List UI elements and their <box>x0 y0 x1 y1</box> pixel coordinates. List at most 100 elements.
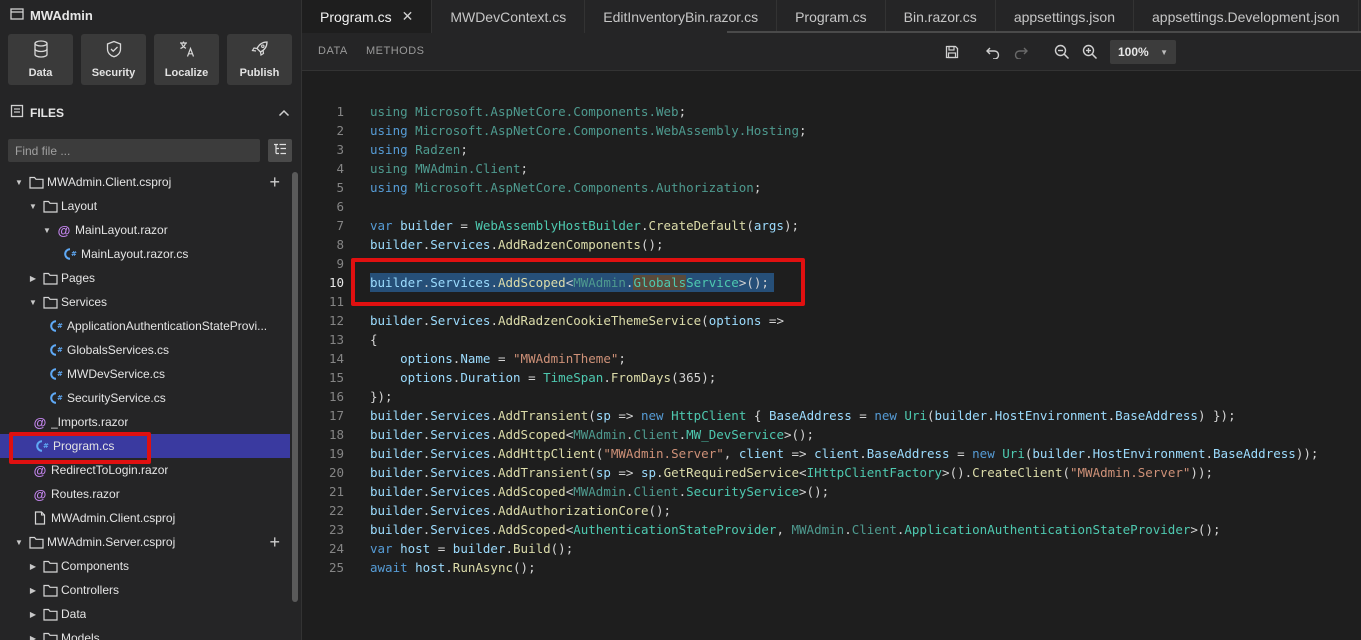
expand-arrow-right-icon[interactable]: ▶ <box>27 634 39 640</box>
code-token: Services <box>430 446 491 461</box>
tree-item[interactable]: # GlobalsServices.cs <box>0 338 290 362</box>
tree-item[interactable]: ▼ MWAdmin.Server.csproj + <box>0 530 290 554</box>
expand-arrow-right-icon[interactable]: ▶ <box>27 586 39 595</box>
editor-tab[interactable]: Program.cs <box>777 0 886 33</box>
tree-item[interactable]: ▼ Layout <box>0 194 290 218</box>
publish-tool-button[interactable]: Publish <box>227 34 292 85</box>
code-line[interactable]: using Radzen; <box>370 140 468 159</box>
undo-icon[interactable] <box>984 43 1002 61</box>
zoom-select[interactable]: 100% ▼ <box>1110 40 1176 64</box>
zoom-out-icon[interactable] <box>1053 43 1071 61</box>
code-token: HostEnvironment <box>994 408 1108 423</box>
file-tree-scrollbar[interactable] <box>292 172 298 602</box>
code-token: using <box>370 180 416 195</box>
code-token: ; <box>798 123 807 138</box>
editor-tab-label: Program.cs <box>320 8 392 25</box>
tree-item[interactable]: @ _Imports.razor <box>0 410 290 434</box>
tree-item[interactable]: ▶ Data <box>0 602 290 626</box>
code-line[interactable]: { <box>370 330 378 349</box>
editor-tab[interactable]: appsettings.Development.json <box>1134 0 1359 33</box>
security-tool-button[interactable]: Security <box>81 34 146 85</box>
tree-item[interactable]: ▼ Services <box>0 290 290 314</box>
editor-tab[interactable]: EditInventoryBin.razor.cs <box>585 0 778 33</box>
editor-tab[interactable]: appsettings.json <box>996 0 1134 33</box>
data-tool-button[interactable]: Data <box>8 34 73 85</box>
code-token: )); <box>1190 465 1213 480</box>
close-tab-icon[interactable]: ✕ <box>402 8 414 25</box>
collapse-chevron-icon[interactable] <box>278 106 290 120</box>
code-line[interactable]: builder.Services.AddTransient(sp => new … <box>370 406 1236 425</box>
code-token: Services <box>430 313 491 328</box>
add-item-plus-icon[interactable]: + <box>269 532 280 553</box>
methods-mode-tab[interactable]: METHODS <box>366 45 425 57</box>
tree-item[interactable]: # MainLayout.razor.cs <box>0 242 290 266</box>
code-line[interactable]: options.Name = "MWAdminTheme"; <box>370 349 626 368</box>
code-line[interactable]: builder.Services.AddHttpClient("MWAdmin.… <box>370 444 1318 463</box>
code-token: SecurityService <box>686 484 800 499</box>
line-number: 16 <box>328 389 344 404</box>
code-line[interactable]: builder.Services.AddScoped<MWAdmin.Globa… <box>370 273 769 292</box>
code-token: client <box>814 446 860 461</box>
editor-tab[interactable]: MWDevContext.cs <box>432 0 586 33</box>
code-line[interactable]: builder.Services.AddScoped<Authenticatio… <box>370 520 1221 539</box>
tree-item[interactable]: ▼ MWAdmin.Client.csproj + <box>0 170 290 194</box>
line-number: 23 <box>328 522 344 537</box>
find-file-input[interactable] <box>8 139 260 162</box>
code-token: await <box>370 560 416 575</box>
expand-arrow-down-icon[interactable]: ▼ <box>41 226 53 235</box>
code-line[interactable]: builder.Services.AddRadzenCookieThemeSer… <box>370 311 784 330</box>
code-line[interactable]: builder.Services.AddScoped<MWAdmin.Clien… <box>370 425 814 444</box>
code-line[interactable]: var builder = WebAssemblyHostBuilder.Cre… <box>370 216 799 235</box>
redo-icon[interactable] <box>1012 43 1030 61</box>
tree-item[interactable]: ▶ Models <box>0 626 290 640</box>
tree-item[interactable]: ▶ Pages <box>0 266 290 290</box>
code-token: CreateDefault <box>648 218 747 233</box>
expand-arrow-right-icon[interactable]: ▶ <box>27 610 39 619</box>
code-token: WebAssemblyHostBuilder <box>475 218 641 233</box>
tree-item[interactable]: # SecurityService.cs <box>0 386 290 410</box>
code-token: )); <box>1295 446 1319 461</box>
tree-item[interactable]: ▶ Controllers <box>0 578 290 602</box>
tree-item[interactable]: # ApplicationAuthenticationStateProvi... <box>0 314 290 338</box>
tree-item[interactable]: # MWDevService.cs <box>0 362 290 386</box>
code-token: , <box>776 522 792 537</box>
editor-tab[interactable]: Program.cs ✕ <box>302 0 433 33</box>
editor-tab[interactable]: Bin.razor.cs <box>886 0 996 33</box>
code-line[interactable]: using MWAdmin.Client; <box>370 159 528 178</box>
expand-arrow-down-icon[interactable]: ▼ <box>13 538 25 547</box>
data-mode-tab[interactable]: DATA <box>318 45 348 57</box>
code-line[interactable]: builder.Services.AddRadzenComponents(); <box>370 235 664 254</box>
tree-item[interactable]: @ RedirectToLogin.razor <box>0 458 290 482</box>
tree-item[interactable]: @ Routes.razor <box>0 482 290 506</box>
tree-item[interactable]: MWAdmin.Client.csproj <box>0 506 290 530</box>
code-line[interactable]: var host = builder.Build(); <box>370 539 573 558</box>
code-line[interactable]: using Microsoft.AspNetCore.Components.We… <box>370 121 807 140</box>
code-token: Microsoft.AspNetCore.Components.WebAssem… <box>415 123 799 138</box>
expand-arrow-right-icon[interactable]: ▶ <box>27 274 39 283</box>
expand-arrow-down-icon[interactable]: ▼ <box>13 178 25 187</box>
tree-item[interactable]: # Program.cs <box>0 434 290 458</box>
code-line[interactable]: options.Duration = TimeSpan.FromDays(365… <box>370 368 716 387</box>
expand-arrow-right-icon[interactable]: ▶ <box>27 562 39 571</box>
code-line[interactable]: await host.RunAsync(); <box>370 558 536 577</box>
save-icon[interactable] <box>943 43 961 61</box>
code-editor[interactable]: 1 using Microsoft.AspNetCore.Components.W… <box>302 72 1361 640</box>
code-line[interactable]: builder.Services.AddScoped<MWAdmin.Clien… <box>370 482 829 501</box>
tree-item[interactable]: ▶ Components <box>0 554 290 578</box>
code-token: (); <box>513 560 536 575</box>
files-header[interactable]: FILES <box>10 104 290 121</box>
code-line[interactable]: builder.Services.AddTransient(sp => sp.G… <box>370 463 1213 482</box>
localize-tool-button[interactable]: Localize <box>154 34 219 85</box>
expand-arrow-down-icon[interactable]: ▼ <box>27 298 39 307</box>
expand-arrow-down-icon[interactable]: ▼ <box>27 202 39 211</box>
zoom-in-icon[interactable] <box>1081 43 1099 61</box>
tree-view-toggle-button[interactable] <box>268 139 292 162</box>
code-line[interactable]: using Microsoft.AspNetCore.Components.We… <box>370 102 694 121</box>
code-line[interactable]: using Microsoft.AspNetCore.Components.Au… <box>370 178 761 197</box>
tree-item[interactable]: ▼ @ MainLayout.razor <box>0 218 290 242</box>
add-item-plus-icon[interactable]: + <box>269 172 280 193</box>
code-token: AddScoped <box>497 427 566 442</box>
code-line[interactable]: }); <box>370 387 393 406</box>
folder-icon <box>41 630 59 640</box>
code-line[interactable]: builder.Services.AddAuthorizationCore(); <box>370 501 671 520</box>
